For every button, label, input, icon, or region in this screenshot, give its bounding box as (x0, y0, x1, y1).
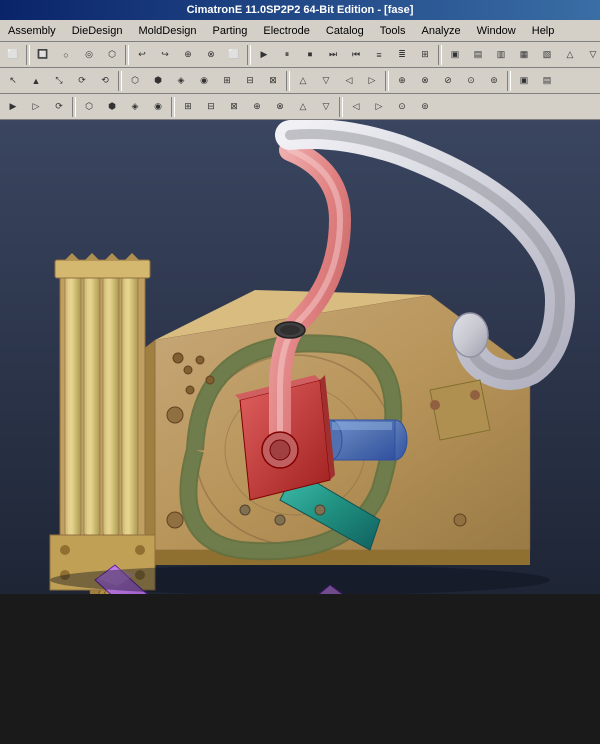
tb-sep-3 (247, 45, 251, 65)
tb-btn-12[interactable]: ⏸ (276, 44, 298, 66)
tb2-btn-18[interactable]: ⊗ (414, 70, 436, 92)
tb2-btn-5[interactable]: ⟲ (94, 70, 116, 92)
tb2-btn-11[interactable]: ⊟ (239, 70, 261, 92)
tb2-sep-3 (385, 71, 389, 91)
tb2-btn-7[interactable]: ⬢ (147, 70, 169, 92)
tb-btn-16[interactable]: ≡ (368, 44, 390, 66)
tb-btn-23[interactable]: ▧ (536, 44, 558, 66)
menu-catalog[interactable]: Catalog (318, 23, 372, 39)
menu-diedesign[interactable]: DieDesign (64, 23, 131, 39)
menu-tools[interactable]: Tools (372, 23, 414, 39)
tb-sep-1 (26, 45, 30, 65)
tb2-btn-16[interactable]: ▷ (361, 70, 383, 92)
tb3-btn-14[interactable]: ▽ (315, 96, 337, 118)
toolbar-row1: ⬜ 🔲 ○ ◎ ⬡ ↩ ↪ ⊕ ⊗ ⬜ ▶ ⏸ ⏹ ⏭ ⏮ ≡ ≣ ⊞ ▣ ▤ … (0, 42, 600, 68)
tb2-btn-2[interactable]: ▲ (25, 70, 47, 92)
tb3-btn-10[interactable]: ⊠ (223, 96, 245, 118)
tb-btn-18[interactable]: ⊞ (414, 44, 436, 66)
tb3-btn-3[interactable]: ⟳ (48, 96, 70, 118)
tb3-btn-1[interactable]: ▶ (2, 96, 24, 118)
tb3-btn-12[interactable]: ⊗ (269, 96, 291, 118)
tb3-btn-15[interactable]: ◁ (345, 96, 367, 118)
tb-btn-15[interactable]: ⏮ (345, 44, 367, 66)
tb-btn-5[interactable]: ⬡ (101, 44, 123, 66)
3d-viewport[interactable]: 器 (0, 120, 600, 594)
tb3-btn-16[interactable]: ▷ (368, 96, 390, 118)
menu-bar: Assembly DieDesign MoldDesign Parting El… (0, 20, 600, 42)
tb2-btn-17[interactable]: ⊕ (391, 70, 413, 92)
tb2-btn-1[interactable]: ↖ (2, 70, 24, 92)
tb-btn-2[interactable]: 🔲 (32, 44, 54, 66)
menu-window[interactable]: Window (469, 23, 524, 39)
toolbar-row3: ▶ ▷ ⟳ ⬡ ⬢ ◈ ◉ ⊞ ⊟ ⊠ ⊕ ⊗ △ ▽ ◁ ▷ ⊙ ⊚ (0, 94, 600, 120)
tb2-btn-12[interactable]: ⊠ (262, 70, 284, 92)
tb3-btn-7[interactable]: ◉ (147, 96, 169, 118)
tb3-btn-2[interactable]: ▷ (25, 96, 47, 118)
menu-parting[interactable]: Parting (205, 23, 256, 39)
toolbar-row2: ↖ ▲ ⤡ ⟳ ⟲ ⬡ ⬢ ◈ ◉ ⊞ ⊟ ⊠ △ ▽ ◁ ▷ ⊕ ⊗ ⊘ ⊙ … (0, 68, 600, 94)
tb2-btn-23[interactable]: ▤ (536, 70, 558, 92)
tb3-sep-3 (339, 97, 343, 117)
tb3-btn-11[interactable]: ⊕ (246, 96, 268, 118)
tb3-btn-13[interactable]: △ (292, 96, 314, 118)
tb3-btn-5[interactable]: ⬢ (101, 96, 123, 118)
tb-btn-21[interactable]: ▥ (490, 44, 512, 66)
tb-btn-13[interactable]: ⏹ (299, 44, 321, 66)
tb2-btn-21[interactable]: ⊚ (483, 70, 505, 92)
tb3-btn-9[interactable]: ⊟ (200, 96, 222, 118)
menu-molddesign[interactable]: MoldDesign (130, 23, 204, 39)
tb-btn-19[interactable]: ▣ (444, 44, 466, 66)
tb2-btn-8[interactable]: ◈ (170, 70, 192, 92)
tb2-btn-13[interactable]: △ (292, 70, 314, 92)
tb2-sep-2 (286, 71, 290, 91)
tb-btn-24[interactable]: △ (559, 44, 581, 66)
tb2-btn-10[interactable]: ⊞ (216, 70, 238, 92)
tb-btn-4[interactable]: ◎ (78, 44, 100, 66)
menu-electrode[interactable]: Electrode (255, 23, 317, 39)
tb-btn-8[interactable]: ⊕ (177, 44, 199, 66)
menu-help[interactable]: Help (524, 23, 563, 39)
scene-svg: 器 (0, 120, 600, 594)
tb3-btn-8[interactable]: ⊞ (177, 96, 199, 118)
tb-btn-1[interactable]: ⬜ (2, 44, 24, 66)
tb-btn-20[interactable]: ▤ (467, 44, 489, 66)
menu-analyze[interactable]: Analyze (413, 23, 468, 39)
tb2-btn-19[interactable]: ⊘ (437, 70, 459, 92)
tb-sep-2 (125, 45, 129, 65)
tb2-btn-22[interactable]: ▣ (513, 70, 535, 92)
tb3-sep-1 (72, 97, 76, 117)
tb2-btn-4[interactable]: ⟳ (71, 70, 93, 92)
menu-assembly[interactable]: Assembly (0, 23, 64, 39)
tb3-btn-6[interactable]: ◈ (124, 96, 146, 118)
tb3-btn-18[interactable]: ⊚ (414, 96, 436, 118)
tb-btn-6[interactable]: ↩ (131, 44, 153, 66)
tb-btn-10[interactable]: ⬜ (223, 44, 245, 66)
tb-btn-25[interactable]: ▽ (582, 44, 600, 66)
title-text: CimatronE 11.0SP2P2 64-Bit Edition - [fa… (187, 4, 414, 16)
tb2-btn-3[interactable]: ⤡ (48, 70, 70, 92)
title-bar: CimatronE 11.0SP2P2 64-Bit Edition - [fa… (0, 0, 600, 20)
tb3-btn-4[interactable]: ⬡ (78, 96, 100, 118)
tb2-btn-14[interactable]: ▽ (315, 70, 337, 92)
tb-btn-9[interactable]: ⊗ (200, 44, 222, 66)
tb2-btn-20[interactable]: ⊙ (460, 70, 482, 92)
tb-btn-3[interactable]: ○ (55, 44, 77, 66)
tb2-sep-4 (507, 71, 511, 91)
tb-btn-17[interactable]: ≣ (391, 44, 413, 66)
tb2-btn-6[interactable]: ⬡ (124, 70, 146, 92)
tb2-btn-9[interactable]: ◉ (193, 70, 215, 92)
tb-sep-4 (438, 45, 442, 65)
tb-btn-7[interactable]: ↪ (154, 44, 176, 66)
tb-btn-11[interactable]: ▶ (253, 44, 275, 66)
bottom-panel (0, 594, 600, 744)
tb2-btn-15[interactable]: ◁ (338, 70, 360, 92)
tb-btn-14[interactable]: ⏭ (322, 44, 344, 66)
tb3-btn-17[interactable]: ⊙ (391, 96, 413, 118)
tb2-sep-1 (118, 71, 122, 91)
tb-btn-22[interactable]: ▦ (513, 44, 535, 66)
tb3-sep-2 (171, 97, 175, 117)
